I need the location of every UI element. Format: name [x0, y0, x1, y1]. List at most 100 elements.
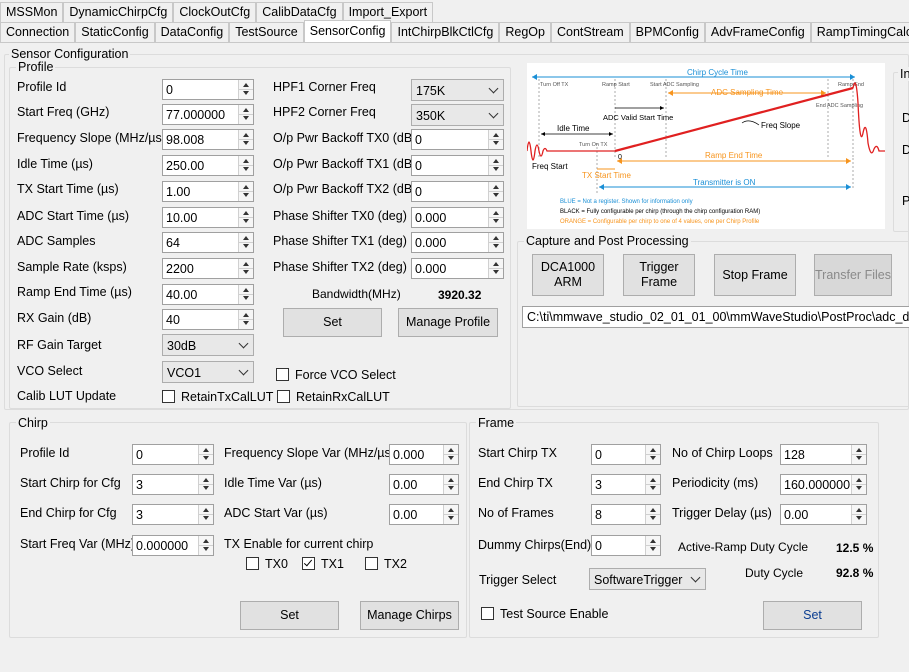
adc-start-spinner[interactable]: 10.00	[162, 207, 254, 228]
pwr-backoff-tx0-spinner[interactable]: 0	[411, 129, 504, 150]
spinner-arrows[interactable]	[443, 445, 458, 464]
spinner-arrows[interactable]	[645, 536, 660, 555]
dca1000-arm-button[interactable]: DCA1000 ARM	[532, 254, 604, 296]
manage-profile-button[interactable]: Manage Profile	[398, 308, 498, 337]
tab-intchirpblkctlcfg[interactable]: IntChirpBlkCtlCfg	[391, 22, 500, 42]
tab-dynamicchirpcfg[interactable]: DynamicChirpCfg	[63, 2, 174, 22]
tab-regop[interactable]: RegOp	[499, 22, 551, 42]
pwr-backoff-tx2-spinner[interactable]: 0	[411, 181, 504, 202]
force-vco-checkbox[interactable]	[276, 368, 289, 381]
slope-var-spinner[interactable]: 0.000	[389, 444, 459, 465]
spinner-arrows[interactable]	[488, 156, 503, 175]
tab-import-export[interactable]: Import_Export	[342, 2, 434, 22]
transfer-files-button[interactable]: Transfer Files	[814, 254, 892, 296]
profile-id-spinner[interactable]: 0	[162, 79, 254, 100]
spinner-arrows[interactable]	[238, 233, 253, 252]
spinner-arrows[interactable]	[851, 475, 866, 494]
end-chirp-tx-spinner[interactable]: 3	[591, 474, 661, 495]
end-chirp-cfg-spinner[interactable]: 3	[132, 504, 214, 525]
tab-staticconfig[interactable]: StaticConfig	[75, 22, 155, 42]
spinner-arrows[interactable]	[645, 505, 660, 524]
freq-slope-spinner[interactable]: 98.008	[162, 129, 254, 150]
capture-path-field[interactable]: C:\ti\mmwave_studio_02_01_01_00\mmWaveSt…	[522, 306, 909, 328]
tab-testsource[interactable]: TestSource	[229, 22, 304, 42]
spinner-arrows[interactable]	[238, 80, 253, 99]
tx1-checkbox[interactable]	[302, 557, 315, 570]
spinner-arrows[interactable]	[443, 475, 458, 494]
spinner-arrows[interactable]	[238, 285, 253, 304]
spinner-arrows[interactable]	[238, 182, 253, 201]
tab-sensorconfig[interactable]: SensorConfig	[303, 20, 392, 42]
tab-clockoutcfg[interactable]: ClockOutCfg	[173, 2, 257, 22]
tab-bpmconfig[interactable]: BPMConfig	[629, 22, 705, 42]
trigger-delay-spinner[interactable]: 0.00	[780, 504, 867, 525]
spinner-arrows[interactable]	[198, 475, 213, 494]
pwr-backoff-tx1-spinner[interactable]: 0	[411, 155, 504, 176]
spinner-arrows[interactable]	[198, 445, 213, 464]
test-source-checkbox[interactable]	[481, 607, 494, 620]
tab-dataconfig[interactable]: DataConfig	[154, 22, 230, 42]
manage-chirps-button[interactable]: Manage Chirps	[360, 601, 459, 630]
tx-start-spinner[interactable]: 1.00	[162, 181, 254, 202]
chirp-profile-id-spinner[interactable]: 0	[132, 444, 214, 465]
spinner-arrows[interactable]	[198, 505, 213, 524]
spinner-arrows[interactable]	[238, 208, 253, 227]
num-frames-spinner[interactable]: 8	[591, 504, 661, 525]
tx2-checkbox[interactable]	[365, 557, 378, 570]
spinner-arrows[interactable]	[851, 505, 866, 524]
spinner-arrows[interactable]	[488, 259, 503, 278]
spinner-arrows[interactable]	[851, 445, 866, 464]
idle-time-spinner[interactable]: 250.00	[162, 155, 254, 176]
tab-advframeconfig[interactable]: AdvFrameConfig	[704, 22, 811, 42]
start-chirp-tx-spinner[interactable]: 0	[591, 444, 661, 465]
tab-contstream[interactable]: ContStream	[550, 22, 630, 42]
periodicity-spinner[interactable]: 160.000000	[780, 474, 867, 495]
retain-tx-cal-checkbox[interactable]	[162, 390, 175, 403]
tab-rampt iming[interactable]: RampTimingCalcul	[810, 22, 909, 42]
rx-gain-spinner[interactable]: 40	[162, 309, 254, 330]
chirp-set-button[interactable]: Set	[240, 601, 339, 630]
tx0-checkbox[interactable]	[246, 557, 259, 570]
rf-gain-dropdown[interactable]: 30dB	[162, 334, 254, 356]
end-chirp-cfg-value: 3	[136, 508, 143, 522]
spinner-arrows[interactable]	[488, 130, 503, 149]
adc-samples-spinner[interactable]: 64	[162, 232, 254, 253]
spinner-arrows[interactable]	[238, 310, 253, 329]
dummy-chirps-spinner[interactable]: 0	[591, 535, 661, 556]
spinner-arrows[interactable]	[443, 505, 458, 524]
phase-shifter-tx2-spinner[interactable]: 0.000	[411, 258, 504, 279]
hpf2-dropdown[interactable]: 350K	[411, 104, 504, 126]
start-freq-spinner[interactable]: 77.000000	[162, 104, 254, 125]
spinner-arrows[interactable]	[645, 475, 660, 494]
start-chirp-cfg-spinner[interactable]: 3	[132, 474, 214, 495]
frame-set-button[interactable]: Set	[763, 601, 862, 630]
sample-rate-spinner[interactable]: 2200	[162, 258, 254, 279]
ramp-end-spinner[interactable]: 40.00	[162, 284, 254, 305]
chirp-loops-spinner[interactable]: 128	[780, 444, 867, 465]
trigger-frame-button[interactable]: Trigger Frame	[623, 254, 695, 296]
spinner-arrows[interactable]	[488, 233, 503, 252]
phase-shifter-tx1-spinner[interactable]: 0.000	[411, 232, 504, 253]
spinner-arrows[interactable]	[238, 156, 253, 175]
profile-set-button[interactable]: Set	[283, 308, 382, 337]
spinner-arrows[interactable]	[488, 208, 503, 227]
tab-connection[interactable]: Connection	[0, 22, 76, 42]
vco-select-dropdown[interactable]: VCO1	[162, 361, 254, 383]
adc-var-spinner[interactable]: 0.00	[389, 504, 459, 525]
hpf1-dropdown[interactable]: 175K	[411, 79, 504, 101]
spinner-arrows[interactable]	[238, 259, 253, 278]
hpf1-value: 175K	[416, 84, 446, 98]
spinner-arrows[interactable]	[198, 536, 213, 555]
tab-calibdatacfg[interactable]: CalibDataCfg	[256, 2, 343, 22]
spinner-arrows[interactable]	[488, 182, 503, 201]
idle-var-spinner[interactable]: 0.00	[389, 474, 459, 495]
spinner-arrows[interactable]	[238, 105, 253, 124]
trigger-select-dropdown[interactable]: SoftwareTrigger	[589, 568, 706, 590]
tab-mssmon[interactable]: MSSMon	[0, 2, 64, 22]
stop-frame-button[interactable]: Stop Frame	[714, 254, 796, 296]
phase-shifter-tx0-spinner[interactable]: 0.000	[411, 207, 504, 228]
spinner-arrows[interactable]	[645, 445, 660, 464]
retain-rx-cal-checkbox[interactable]	[277, 390, 290, 403]
spinner-arrows[interactable]	[238, 130, 253, 149]
start-freq-var-spinner[interactable]: 0.000000	[132, 535, 214, 556]
